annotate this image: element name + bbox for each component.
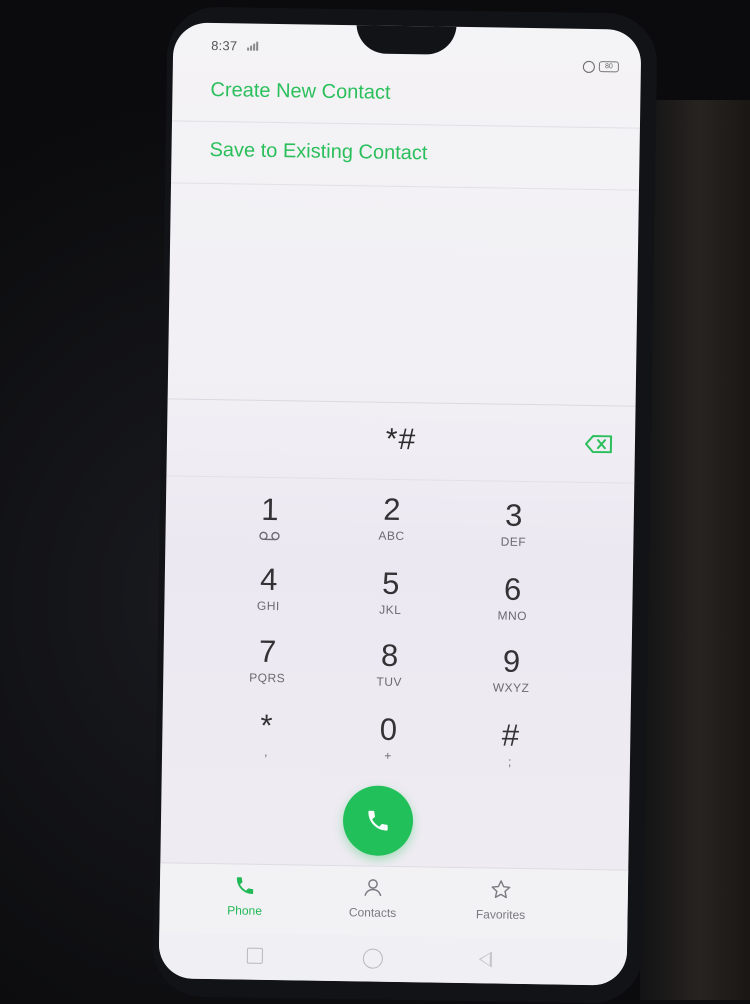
tab-phone[interactable]: Phone bbox=[189, 874, 300, 919]
key-letters: TUV bbox=[329, 674, 449, 690]
key-1[interactable]: 1 bbox=[209, 491, 330, 559]
tab-contacts[interactable]: Contacts bbox=[317, 876, 428, 921]
camera-notch bbox=[356, 23, 456, 55]
battery-icon: 80 bbox=[599, 61, 619, 72]
key-7[interactable]: 7 PQRS bbox=[207, 633, 328, 701]
menu-divider bbox=[171, 182, 639, 190]
key-digit: 0 bbox=[328, 711, 449, 749]
star-icon bbox=[490, 878, 512, 900]
photo-backdrop-right bbox=[640, 100, 750, 1000]
home-icon[interactable] bbox=[363, 948, 383, 968]
back-icon[interactable] bbox=[479, 951, 492, 967]
key-digit: 5 bbox=[330, 565, 451, 603]
status-time: 8:37 bbox=[211, 38, 237, 53]
tab-label: Phone bbox=[189, 903, 299, 919]
create-new-contact-option[interactable]: Create New Contact bbox=[210, 79, 390, 105]
bottom-tab-bar: Phone Contacts Favorites bbox=[159, 862, 628, 940]
key-letters: WXYZ bbox=[451, 680, 571, 696]
key-digit: # bbox=[450, 717, 571, 755]
dialed-number: *# bbox=[167, 419, 635, 460]
key-letters: JKL bbox=[330, 602, 450, 618]
person-icon bbox=[362, 876, 384, 898]
key-letters: , bbox=[206, 744, 326, 760]
key-2[interactable]: 2 ABC bbox=[331, 491, 452, 559]
menu-divider bbox=[172, 120, 640, 128]
key-5[interactable]: 5 JKL bbox=[330, 565, 451, 633]
phone-icon bbox=[234, 874, 256, 896]
phone-handset-icon bbox=[365, 807, 391, 833]
key-letters: MNO bbox=[452, 608, 572, 624]
key-digit: 1 bbox=[210, 491, 331, 529]
key-digit: * bbox=[206, 707, 327, 745]
backspace-icon[interactable] bbox=[585, 435, 613, 453]
key-letters: ABC bbox=[331, 528, 451, 544]
key-digit: 7 bbox=[207, 633, 328, 671]
key-digit: 3 bbox=[454, 497, 575, 535]
key-digit: 2 bbox=[332, 491, 453, 529]
key-star[interactable]: * , bbox=[206, 707, 327, 775]
call-button[interactable] bbox=[342, 785, 413, 856]
key-digit: 6 bbox=[452, 571, 573, 609]
key-6[interactable]: 6 MNO bbox=[452, 571, 573, 639]
signal-icon bbox=[247, 42, 258, 51]
key-letters: DEF bbox=[453, 534, 573, 550]
key-3[interactable]: 3 DEF bbox=[453, 497, 574, 565]
key-digit: 9 bbox=[451, 643, 572, 681]
key-9[interactable]: 9 WXYZ bbox=[451, 643, 572, 711]
voicemail-icon bbox=[257, 531, 281, 541]
save-to-existing-contact-option[interactable]: Save to Existing Contact bbox=[209, 139, 427, 165]
number-entry-area: *# bbox=[166, 398, 635, 483]
system-nav-bar bbox=[159, 932, 628, 985]
key-8[interactable]: 8 TUV bbox=[329, 637, 450, 705]
dialer-screen: 8:37 80 Create New Contact Save to Exist… bbox=[159, 22, 642, 985]
tab-label: Contacts bbox=[317, 905, 427, 921]
tab-favorites[interactable]: Favorites bbox=[445, 878, 556, 923]
recent-apps-icon[interactable] bbox=[247, 948, 263, 964]
key-hash[interactable]: # ; bbox=[450, 717, 571, 785]
alarm-icon bbox=[583, 61, 595, 73]
key-0[interactable]: 0 + bbox=[328, 711, 449, 779]
key-4[interactable]: 4 GHI bbox=[208, 561, 329, 629]
key-letters: GHI bbox=[208, 598, 328, 614]
key-letters: PQRS bbox=[207, 670, 327, 686]
key-letters: + bbox=[328, 748, 448, 764]
key-letters: ; bbox=[450, 754, 570, 770]
tab-label: Favorites bbox=[445, 907, 555, 923]
key-digit: 8 bbox=[329, 637, 450, 675]
key-digit: 4 bbox=[209, 561, 330, 599]
